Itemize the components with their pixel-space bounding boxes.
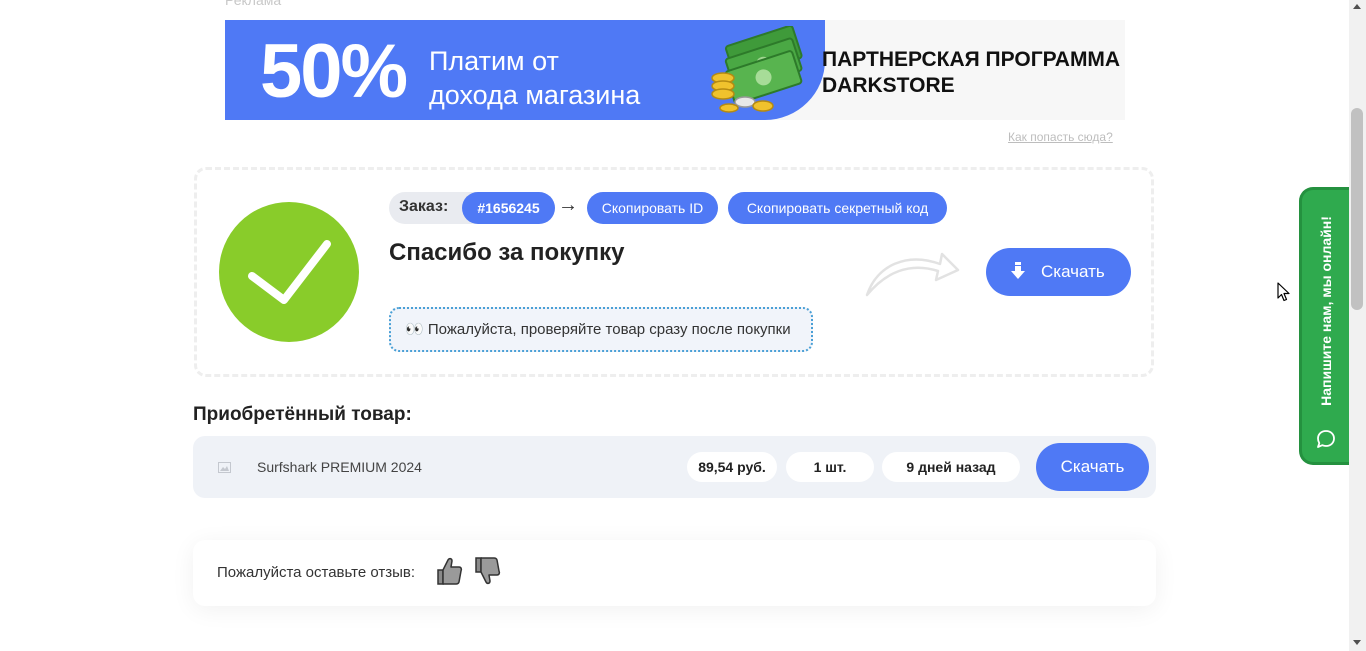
ad-banner[interactable]: 50% Платим от дохода магазина ПАРТНЕРСКА… — [225, 20, 1125, 120]
download-button[interactable]: Скачать — [986, 248, 1131, 296]
order-label: Заказ: — [399, 198, 449, 215]
check-icon — [248, 240, 331, 304]
purchased-title: Приобретённый товар: — [193, 404, 412, 425]
ad-text: Платим от дохода магазина — [429, 44, 640, 112]
ad-percent: 50% — [260, 29, 408, 114]
product-price: 89,54 руб. — [687, 452, 777, 482]
review-label: Пожалуйста оставьте отзыв: — [217, 564, 416, 581]
chat-widget-tab[interactable]: Напишите нам, мы онлайн! — [1299, 187, 1349, 465]
ad-label: Реклама — [225, 0, 282, 8]
thanks-heading: Спасибо за покупку — [389, 239, 625, 266]
product-quantity: 1 шт. — [786, 452, 874, 482]
scrollbar[interactable] — [1349, 0, 1366, 651]
ad-partner-line2: DARKSTORE — [822, 74, 955, 97]
product-date: 9 дней назад — [882, 452, 1020, 482]
chat-bubble-icon — [1317, 430, 1335, 448]
money-icon — [711, 26, 803, 113]
ad-partner-line1: ПАРТНЕРСКАЯ ПРОГРАММА — [822, 48, 1121, 71]
copy-secret-code-button[interactable]: Скопировать секретный код — [728, 192, 947, 224]
scroll-up-icon[interactable] — [1353, 4, 1361, 9]
how-to-get-here-link[interactable]: Как попасть сюда? — [1008, 130, 1113, 144]
copy-id-button[interactable]: Скопировать ID — [587, 192, 718, 224]
chat-widget-label: Напишите нам, мы онлайн! — [1317, 216, 1334, 406]
ad-text-line1: Платим от — [429, 46, 559, 76]
check-notice: 👀 Пожалуйста, проверяйте товар сразу пос… — [389, 307, 813, 352]
thumbs-down-icon[interactable] — [473, 556, 501, 586]
image-icon — [218, 462, 231, 473]
ad-text-line2: дохода магазина — [429, 80, 641, 110]
order-id-badge[interactable]: #1656245 — [462, 192, 555, 224]
download-button-label: Скачать — [1041, 262, 1105, 281]
ad-partner-text: ПАРТНЕРСКАЯ ПРОГРАММА DARKSTORE — [822, 47, 1120, 99]
arrow-right-icon: → — [558, 194, 578, 216]
scroll-down-icon[interactable] — [1353, 640, 1361, 645]
curved-arrow-icon — [865, 252, 960, 297]
download-icon — [1011, 262, 1025, 279]
scroll-thumb[interactable] — [1351, 108, 1363, 310]
product-name: Surfshark PREMIUM 2024 — [257, 459, 422, 475]
check-notice-text: Пожалуйста, проверяйте товар сразу после… — [427, 321, 791, 338]
eyes-icon: 👀 — [405, 321, 424, 338]
mouse-cursor-icon — [1277, 282, 1290, 302]
success-check — [219, 202, 359, 342]
thumbs-up-icon[interactable] — [435, 556, 463, 586]
product-download-button[interactable]: Скачать — [1036, 443, 1149, 491]
